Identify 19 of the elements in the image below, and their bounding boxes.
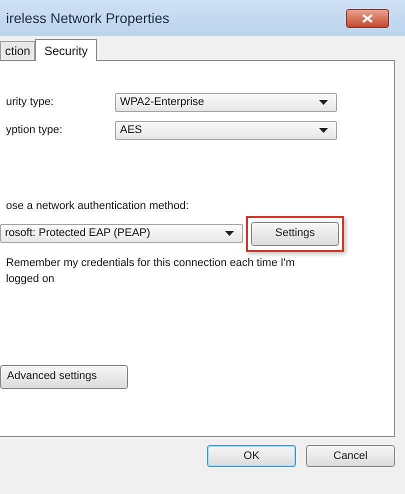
dropdown-arrow-icon [319, 100, 328, 105]
dropdown[interactable]: AES [115, 121, 337, 140]
field-label: yption type: [6, 123, 64, 138]
dialog-button[interactable]: Cancel [306, 445, 395, 467]
dropdown[interactable]: WPA2-Enterprise [115, 93, 337, 112]
tab[interactable]: ction [0, 41, 36, 60]
field-label: urity type: [6, 95, 55, 110]
dropdown-arrow-icon [225, 231, 234, 236]
window-title: ireless Network Properties [6, 8, 170, 28]
dropdown[interactable]: rosoft: Protected EAP (PEAP) [0, 224, 243, 243]
close-icon [362, 14, 373, 22]
dialog-button[interactable]: OK [207, 445, 296, 467]
advanced-settings-button[interactable]: Advanced settings [0, 364, 128, 388]
auth-method-label: ose a network authentication method: [6, 199, 190, 214]
dropdown-arrow-icon [319, 128, 328, 133]
remember-credentials-text: Remember my credentials for this connection each time I'm logged on [6, 256, 296, 286]
close-button[interactable] [346, 8, 389, 28]
settings-button[interactable]: Settings [246, 216, 344, 252]
tab[interactable]: Security [35, 39, 97, 61]
